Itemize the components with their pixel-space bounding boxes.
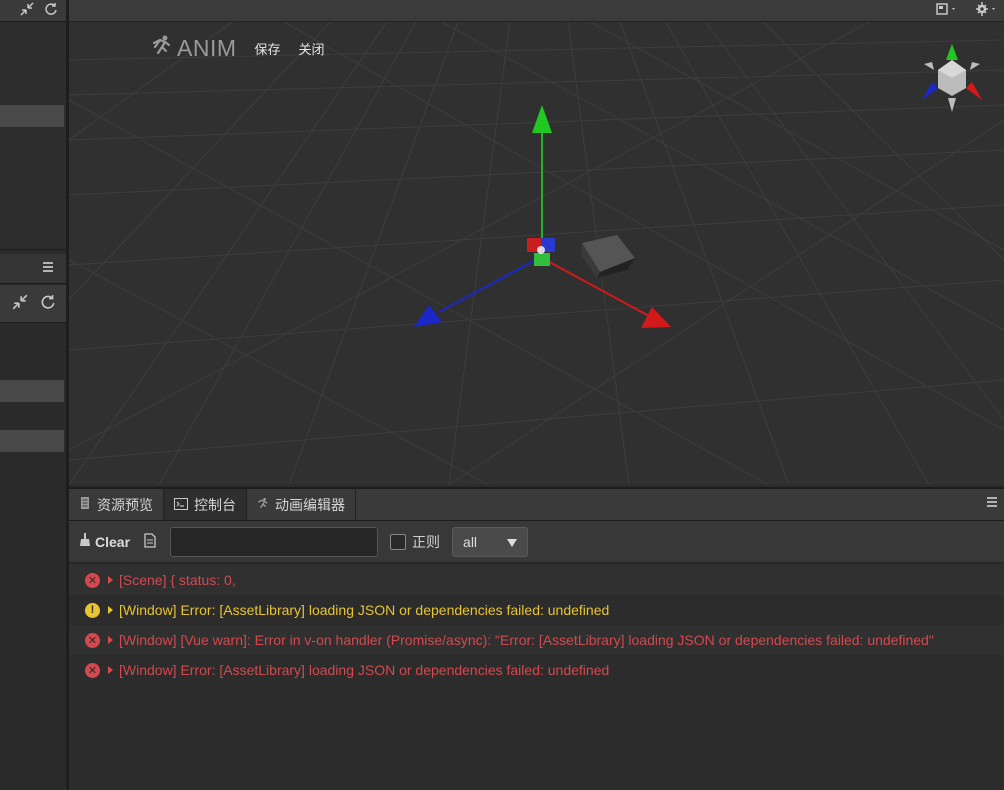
hierarchy-selected-row[interactable] xyxy=(0,105,64,127)
expand-arrow-icon[interactable] xyxy=(108,606,113,614)
assets-panel-header xyxy=(0,254,66,284)
tab-asset-preview[interactable]: 资源预览 xyxy=(69,489,164,520)
warning-icon: ! xyxy=(85,602,100,618)
tab-label: 动画编辑器 xyxy=(275,496,345,513)
expand-arrow-icon[interactable] xyxy=(108,636,113,644)
log-text: [Window] [Vue warn]: Error in v-on handl… xyxy=(119,632,934,648)
expand-arrow-icon[interactable] xyxy=(108,666,113,674)
clear-label: Clear xyxy=(95,533,131,550)
scene-view[interactable]: ANIM 保存 关闭 xyxy=(69,0,1004,485)
error-icon: ✕ xyxy=(85,632,100,648)
menu-icon[interactable] xyxy=(986,495,998,512)
log-text: [Scene] { status: 0, xyxy=(119,572,236,588)
panel-tabs: 资源预览 控制台 动画编辑器 xyxy=(69,489,1004,521)
filter-input[interactable] xyxy=(170,526,379,557)
editor-window: ANIM 保存 关闭 资源预览 控制台 动画编辑器 Clear 正则 all ✕… xyxy=(0,0,1004,790)
regex-checkbox[interactable] xyxy=(390,533,407,550)
collapse-icon[interactable] xyxy=(20,2,34,19)
regex-toggle[interactable]: 正则 xyxy=(390,532,440,552)
gear-icon[interactable] xyxy=(976,2,998,19)
log-level-select[interactable]: all xyxy=(452,526,529,557)
tab-animation-editor[interactable]: 动画编辑器 xyxy=(247,489,356,520)
console-icon xyxy=(174,497,188,513)
asset-selected-row[interactable] xyxy=(0,430,64,452)
log-file-icon[interactable] xyxy=(144,532,156,551)
hierarchy-toolbar xyxy=(0,0,66,22)
file-icon xyxy=(79,496,91,513)
dropdown-arrow-icon xyxy=(507,534,518,550)
regex-label: 正则 xyxy=(412,533,441,550)
console-panel: 资源预览 控制台 动画编辑器 Clear 正则 all ✕ [Scene] {… xyxy=(69,487,1004,790)
refresh-icon[interactable] xyxy=(40,294,56,313)
log-entry[interactable]: ✕ [Window] [Vue warn]: Error in v-on han… xyxy=(69,625,1004,655)
log-list: ✕ [Scene] { status: 0, ! [Window] Error:… xyxy=(69,563,1004,685)
asset-selected-row[interactable] xyxy=(0,380,64,402)
expand-arrow-icon[interactable] xyxy=(108,576,113,584)
console-toolbar: Clear 正则 all xyxy=(69,521,1004,563)
orientation-gizmo[interactable] xyxy=(916,42,988,114)
move-gizmo[interactable] xyxy=(414,105,671,328)
x-axis-arrow[interactable] xyxy=(641,307,671,328)
clear-button[interactable]: Clear xyxy=(79,533,130,550)
log-text: [Window] Error: [AssetLibrary] loading J… xyxy=(119,602,610,618)
anim-label: ANIM xyxy=(177,34,237,61)
y-axis-arrow[interactable] xyxy=(532,105,552,133)
assets-toolbar xyxy=(0,285,66,323)
tab-label: 资源预览 xyxy=(97,496,153,513)
left-column xyxy=(0,0,66,790)
tab-label: 控制台 xyxy=(194,496,236,513)
anim-toolbar: ANIM 保存 关闭 xyxy=(151,34,325,62)
error-icon: ✕ xyxy=(85,572,100,588)
refresh-icon[interactable] xyxy=(44,2,58,19)
running-man-icon xyxy=(151,34,173,62)
log-entry[interactable]: ✕ [Scene] { status: 0, xyxy=(69,565,1004,595)
log-entry[interactable]: ✕ [Window] Error: [AssetLibrary] loading… xyxy=(69,655,1004,685)
scene-toolbar xyxy=(69,0,1004,22)
tab-console[interactable]: 控制台 xyxy=(164,489,247,520)
scene-object[interactable] xyxy=(581,235,635,278)
error-icon: ✕ xyxy=(85,662,100,678)
collapse-icon[interactable] xyxy=(12,294,28,313)
z-axis-arrow[interactable] xyxy=(414,305,442,327)
hierarchy-panel xyxy=(0,0,66,250)
scene-grid xyxy=(69,0,1004,485)
save-button[interactable]: 保存 xyxy=(255,39,281,58)
menu-icon[interactable] xyxy=(42,261,54,276)
close-button[interactable]: 关闭 xyxy=(299,39,325,58)
log-level-value: all xyxy=(463,533,478,550)
anim-icon xyxy=(257,496,269,513)
broom-icon xyxy=(79,533,91,550)
anim-logo: ANIM xyxy=(151,34,237,62)
camera-icon[interactable] xyxy=(936,2,958,19)
log-entry[interactable]: ! [Window] Error: [AssetLibrary] loading… xyxy=(69,595,1004,625)
log-text: [Window] Error: [AssetLibrary] loading J… xyxy=(119,662,610,678)
